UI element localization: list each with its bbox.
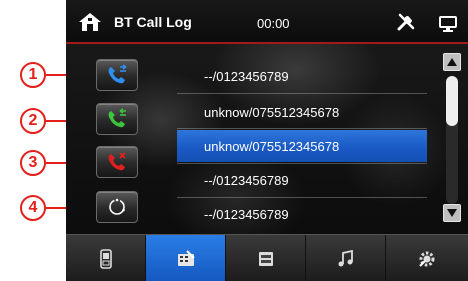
list-item[interactable]: --/0123456789 [177,164,427,196]
outgoing-calls-button[interactable] [96,59,138,91]
clock: 00:00 [257,16,290,31]
bottom-tab-bar [66,234,468,281]
list-item[interactable]: unknow/075512345678 [177,96,427,128]
refresh-icon [109,198,125,215]
scroll-thumb[interactable] [446,76,458,126]
top-bar: BT Call Log 00:00 [66,0,468,44]
tab-phone[interactable] [66,235,146,281]
phonebook-icon [258,251,273,266]
missed-calls-button[interactable] [96,146,138,178]
list-item[interactable]: --/0123456789 [177,198,427,230]
keypad-tools-icon [177,249,195,266]
triangle-up-icon [447,58,457,66]
tab-settings[interactable] [386,235,468,281]
list-item-selected[interactable]: unknow/075512345678 [177,130,427,162]
mobile-phone-icon [99,248,112,269]
callout-2: 2 [20,108,46,134]
wrench-screwdriver-icon[interactable] [396,12,416,32]
home-icon[interactable] [78,12,102,32]
callout-1: 1 [20,62,46,88]
monitor-icon[interactable] [439,16,457,32]
phone-outgoing-icon [108,64,127,84]
phone-missed-icon [108,152,126,171]
settings-gear-icon [419,251,435,267]
scroll-up-button[interactable] [443,53,461,71]
received-calls-button[interactable] [96,103,138,135]
refresh-button[interactable] [96,191,138,223]
page-title: BT Call Log [114,14,192,30]
phone-incoming-icon [108,108,126,128]
list-item[interactable]: --/0123456789 [177,60,427,92]
tab-contacts[interactable] [226,235,306,281]
device-screen: BT Call Log 00:00 --/0123456789 unknow/0… [66,0,468,281]
scroll-down-button[interactable] [443,204,461,222]
triangle-down-icon [447,209,457,217]
callout-3: 3 [20,150,46,176]
music-note-icon [338,249,353,266]
callout-4: 4 [20,195,46,221]
list-divider [177,93,427,94]
tab-call-log[interactable] [146,235,226,281]
tab-music[interactable] [306,235,386,281]
list-divider [177,128,427,129]
